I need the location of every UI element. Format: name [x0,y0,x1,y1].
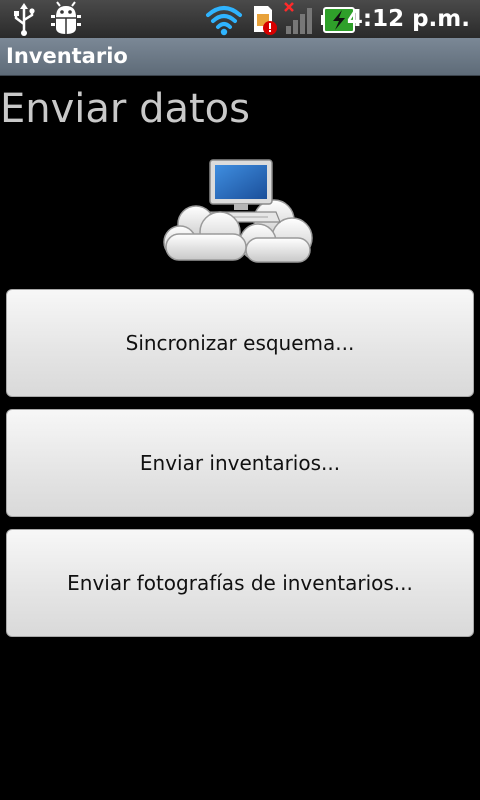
sim-alert-icon [254,6,277,35]
page-heading: Enviar datos [0,86,250,132]
no-signal-icon [284,2,312,34]
screen: 4:12 p.m. Inventario Enviar datos Sincro… [0,0,480,800]
sync-schema-label: Sincronizar esquema... [125,331,355,355]
debug-icon [51,1,81,34]
status-bar: 4:12 p.m. [0,0,480,38]
send-photos-button[interactable]: Enviar fotografías de inventarios... [6,529,474,637]
send-inventories-label: Enviar inventarios... [139,451,341,475]
wifi-icon [206,6,242,36]
computer-cloud-icon [163,159,313,263]
status-time: 4:12 p.m. [346,6,470,32]
title-bar: Inventario [0,38,480,76]
app-title: Inventario [6,44,128,68]
send-photos-label: Enviar fotografías de inventarios... [67,571,413,595]
send-inventories-button[interactable]: Enviar inventarios... [6,409,474,517]
sync-schema-button[interactable]: Sincronizar esquema... [6,289,474,397]
usb-icon [14,3,35,36]
